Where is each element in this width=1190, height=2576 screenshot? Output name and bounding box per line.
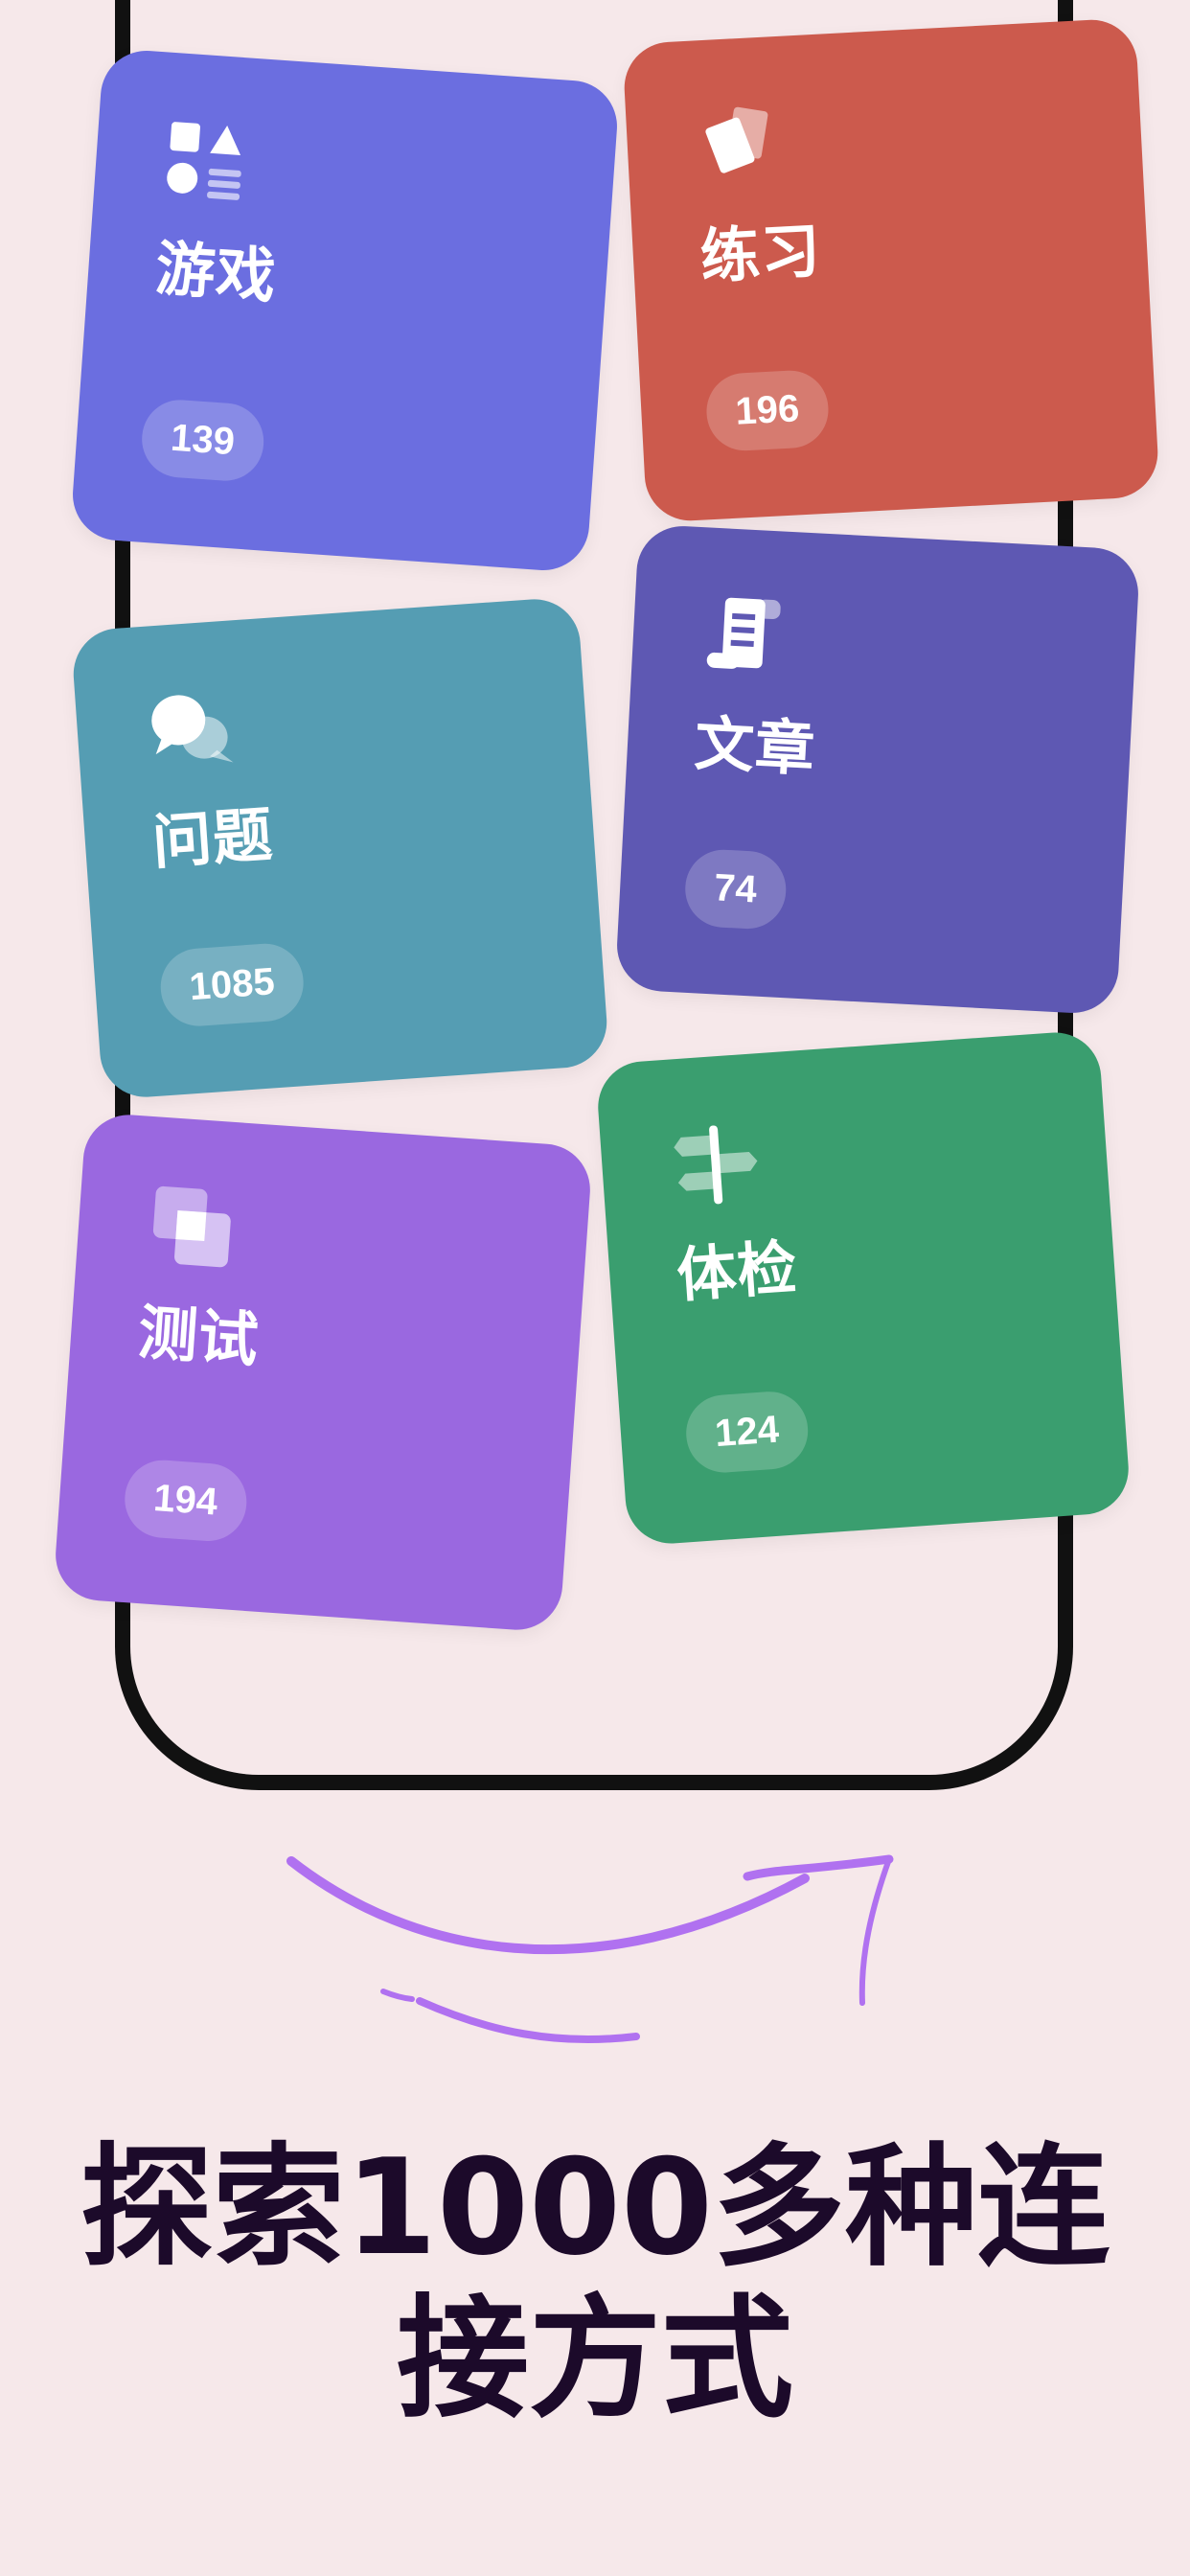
headline: 探索1000多种连 接方式	[0, 2132, 1190, 2435]
category-card-games[interactable]: 游戏 139	[69, 47, 621, 574]
category-count-badge: 196	[704, 368, 831, 453]
signpost-icon	[671, 1118, 763, 1210]
headline-line-1: 探索1000多种连	[80, 2130, 1110, 2285]
category-card-practice[interactable]: 练习 196	[622, 17, 1160, 523]
category-title: 体检	[675, 1231, 800, 1311]
squares-icon	[147, 1182, 239, 1274]
category-count-badge: 194	[122, 1458, 249, 1544]
cards-icon	[697, 102, 788, 193]
category-title: 文章	[693, 708, 817, 785]
category-count-badge: 74	[683, 847, 788, 932]
category-count-badge: 1085	[158, 941, 307, 1029]
curved-arrow-icon	[286, 1854, 894, 2044]
category-card-checkup[interactable]: 体检 124	[595, 1029, 1132, 1547]
category-card-questions[interactable]: 问题 1085	[70, 596, 610, 1100]
category-card-articles[interactable]: 文章 74	[614, 523, 1141, 1016]
category-title: 游戏	[153, 233, 279, 311]
chat-bubbles-icon	[146, 685, 238, 777]
scroll-icon	[702, 592, 793, 683]
category-card-tests[interactable]: 测试 194	[52, 1112, 594, 1633]
category-title: 练习	[698, 215, 823, 292]
category-title: 测试	[135, 1297, 262, 1376]
category-title: 问题	[149, 798, 276, 878]
shapes-icon	[164, 118, 256, 210]
category-count-badge: 139	[139, 397, 266, 484]
category-count-badge: 124	[683, 1389, 811, 1476]
headline-line-2: 接方式	[396, 2282, 793, 2436]
